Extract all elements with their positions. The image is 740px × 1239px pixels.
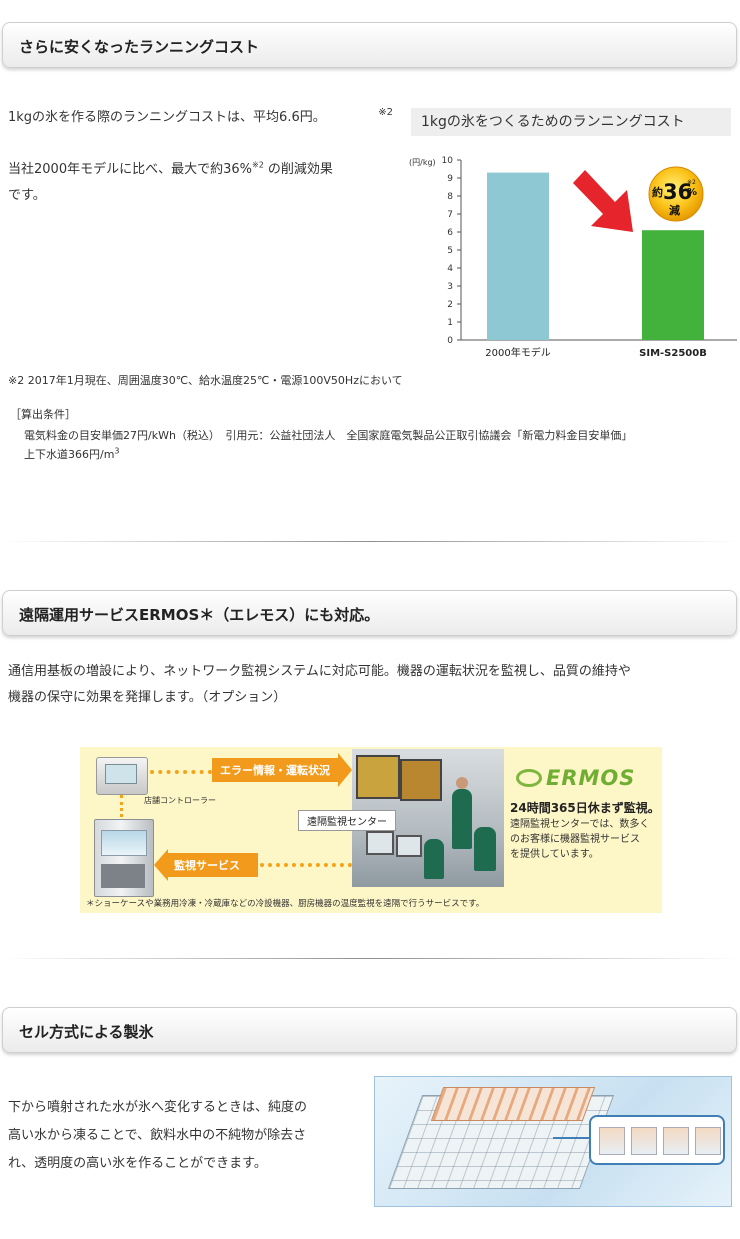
service-label: 監視サービス (174, 859, 240, 872)
running-cost-text: 1kgの氷を作る際のランニングコストは、平均6.6円。 ※2 当社2000年モデ… (8, 105, 393, 209)
badge-prefix: 約 (652, 185, 663, 199)
center-label: 遠隔監視センター (298, 810, 396, 831)
store-controller-image (96, 757, 148, 795)
y-tick-label: 6 (447, 228, 453, 238)
arrow-head-left (154, 849, 168, 881)
section-divider (0, 958, 740, 959)
cell-ice-illustration (374, 1076, 732, 1207)
ermos-desc-line2: のお客様に機器監視サービス (510, 834, 640, 845)
red-down-arrow-icon (573, 170, 633, 232)
note-mark: ※2 (251, 160, 264, 170)
dotted-connector (120, 795, 123, 817)
ermos-text: 通信用基板の増設により、ネットワーク監視システムに対応可能。機器の運転状況を監視… (8, 659, 736, 711)
y-tick-label: 0 (447, 336, 453, 346)
ermos-logo-text: ERMOS (546, 766, 636, 790)
y-tick-label: 7 (447, 210, 453, 220)
ermos-line1: 通信用基板の増設により、ネットワーク監視システムに対応可能。機器の運転状況を監視… (8, 664, 631, 679)
ice-cube-closeup (589, 1115, 725, 1165)
ermos-logo: ERMOS (516, 765, 635, 791)
reduction-badge: 約 36 % ※2 減 (648, 166, 704, 222)
ermos-desc: 遠隔監視センターでは、数多く のお客様に機器監視サービス を提供しています。 (510, 817, 649, 862)
ermos-desc-line3: を提供しています。 (510, 849, 599, 860)
bar-sim-s2500b (642, 230, 704, 340)
badge-note: ※2 (687, 179, 696, 186)
ermos-headline: 24時間365日休まず監視。 (510, 801, 660, 815)
y-tick-label: 3 (447, 282, 453, 292)
ermos-note: ＊ショーケースや業務用冷凍・冷蔵庫などの冷設機器、厨房機器の温度監視を遠隔で行う… (86, 899, 485, 909)
running-cost-line3: です。 (8, 188, 46, 203)
badge-percent: % (687, 187, 697, 198)
cubic-mark: 3 (114, 446, 120, 456)
dotted-line-service (260, 863, 352, 867)
evaporator-coil-image (430, 1087, 596, 1121)
y-tick-label: 2 (447, 300, 453, 310)
running-cost-line1: 1kgの氷を作る際のランニングコストは、平均6.6円。 (8, 110, 326, 125)
controller-label: 店舗コントローラー (144, 796, 216, 805)
ermos-desc-line1: 遠隔監視センターでは、数多く (510, 819, 650, 830)
x-category-label: 2000年モデル (485, 346, 550, 359)
calc-conditions-line1: 電気料金の目安単価27円/kWh（税込） 引用元：公益社団法人 全国家庭電気製品… (24, 429, 633, 442)
section-header-ermos: 遠隔運用サービスERMOS＊（エレモス）にも対応。 (2, 590, 737, 636)
y-axis-label: (円/kg) (409, 158, 436, 167)
section-header-running-cost: さらに安くなったランニングコスト (2, 22, 737, 68)
badge-suffix: 減 (669, 203, 680, 217)
cell-ice-text: 下から噴射された水が氷へ変化するときは、純度の 高い水から凍ることで、飲料水中の… (8, 1094, 363, 1178)
x-category-label: SIM-S2500B (639, 348, 707, 359)
ermos-diagram: 店舗コントローラー エラー情報・運転状況 監視サービス 遠隔監視センター ERM… (80, 747, 662, 913)
cell-ice-line1: 下から噴射された水が氷へ変化するときは、純度の (8, 1100, 308, 1115)
ice-machine-image (94, 819, 154, 897)
y-tick-label: 4 (447, 264, 453, 274)
water-cost: 上下水道366円/m (24, 448, 115, 461)
bar-model-2000 (487, 172, 549, 340)
y-tick-label: 8 (447, 192, 453, 202)
chart-title: 1kgの氷をつくるためのランニングコスト (411, 108, 731, 136)
section-header-cell-ice: セル方式による製氷 (2, 1007, 737, 1053)
y-tick-label: 10 (442, 156, 454, 166)
section-divider (0, 541, 740, 542)
section-title: さらに安くなったランニングコスト (19, 38, 260, 56)
zoom-connector (553, 1137, 589, 1139)
cell-ice-line3: れ、透明度の高い氷を作ることができます。 (8, 1156, 267, 1171)
running-cost-chart: (円/kg) 0 1 2 3 4 5 6 7 8 9 10 約 36 % ※2 減 2000年モデル… (409, 156, 737, 359)
section-title: 遠隔運用サービスERMOS＊（エレモス）にも対応。 (19, 606, 380, 624)
footnote: ※2 2017年1月現在、周囲温度30℃、給水温度25℃・電源100V50Hzに… (8, 374, 403, 387)
calc-conditions-line2: 上下水道366円/m3 (24, 446, 120, 464)
arrow-head-right (338, 753, 352, 787)
y-tick-label: 1 (447, 318, 453, 328)
y-tick-label: 9 (447, 174, 453, 184)
calc-conditions-title: ［算出条件］ (10, 408, 76, 421)
section-title: セル方式による製氷 (19, 1023, 154, 1041)
running-cost-line2-end: の削減効果 (267, 162, 333, 177)
dotted-line-error (150, 770, 212, 774)
y-tick-label: 5 (447, 246, 453, 256)
ermos-line2: 機器の保守に効果を発揮します。（オプション） (8, 690, 287, 705)
ermos-logo-mark-icon (516, 769, 542, 787)
cell-ice-line2: 高い水から凍ることで、飲料水中の不純物が除去さ (8, 1128, 307, 1143)
note-mark: ※2 (378, 107, 393, 118)
error-info-label: エラー情報・運転状況 (220, 764, 330, 777)
running-cost-line2: 当社2000年モデルに比べ、最大で約36% (8, 162, 252, 177)
